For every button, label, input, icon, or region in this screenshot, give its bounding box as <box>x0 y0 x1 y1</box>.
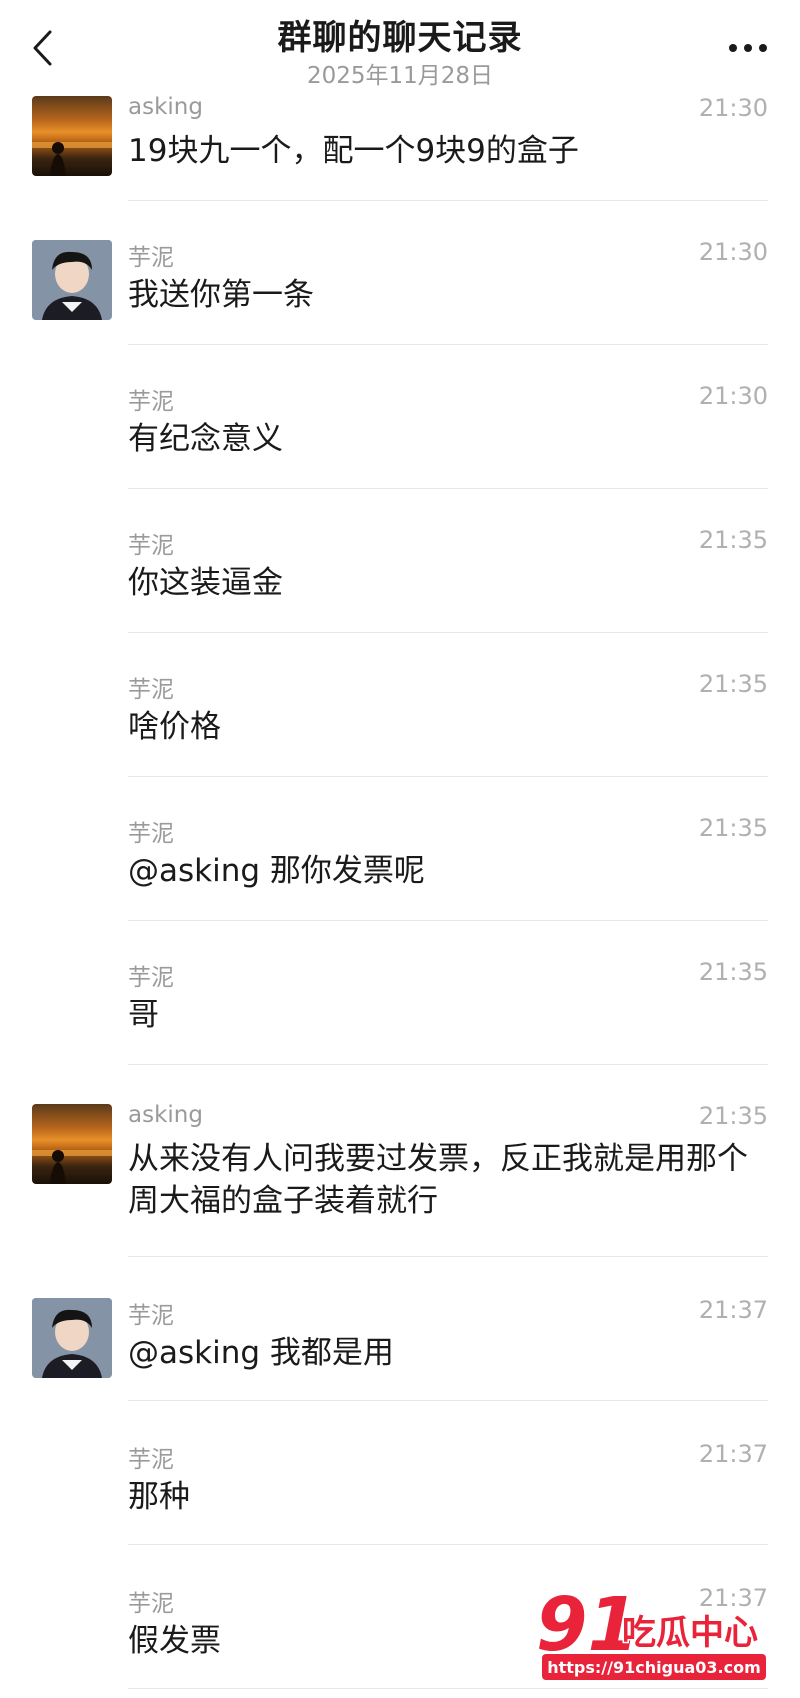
message-time: 21:35 <box>698 1102 768 1130</box>
avatar[interactable] <box>32 1298 112 1378</box>
divider <box>128 488 768 489</box>
message-text: @asking 那你发票呢 <box>128 853 425 889</box>
avatar[interactable] <box>32 240 112 320</box>
sender-name: 芋泥 <box>128 389 174 415</box>
message-time: 21:30 <box>698 94 768 122</box>
sender-name: 芋泥 <box>128 677 174 703</box>
more-icon <box>729 44 767 52</box>
message-text: 从来没有人问我要过发票，反正我就是用那个周大福的盒子装着就行 <box>128 1141 748 1219</box>
message-text: 19块九一个，配一个9块9的盒子 <box>128 133 579 169</box>
message-text: 啥价格 <box>128 709 221 745</box>
watermark-logo: 91 吃瓜中心 https://91chigua03.com <box>536 1584 766 1680</box>
chat-history-header: 群聊的聊天记录 2025年11月28日 <box>0 0 800 96</box>
divider <box>128 344 768 345</box>
message-text: 那种 <box>128 1479 190 1515</box>
message-text: 你这装逼金 <box>128 565 283 601</box>
sender-name: 芋泥 <box>128 245 174 271</box>
avatar[interactable] <box>32 96 112 176</box>
divider <box>128 1256 768 1257</box>
divider <box>128 1400 768 1401</box>
divider <box>128 632 768 633</box>
message-text: 哥 <box>128 997 159 1033</box>
sender-name: 芋泥 <box>128 1591 174 1617</box>
divider <box>128 1688 768 1689</box>
message-text: 我送你第一条 <box>128 277 314 313</box>
message-time: 21:35 <box>698 814 768 842</box>
message-time: 21:30 <box>698 238 768 266</box>
divider <box>128 776 768 777</box>
sender-name: 芋泥 <box>128 1447 174 1473</box>
message-text: 有纪念意义 <box>128 421 283 457</box>
message-time: 21:35 <box>698 670 768 698</box>
more-button[interactable] <box>724 30 772 66</box>
message-time: 21:37 <box>698 1440 768 1468</box>
sender-name: 芋泥 <box>128 533 174 559</box>
watermark-logo-text: 吃瓜中心 <box>622 1613 758 1653</box>
sender-name: 芋泥 <box>128 821 174 847</box>
message-text: @asking 我都是用 <box>128 1335 394 1371</box>
sender-name: 芋泥 <box>128 965 174 991</box>
page-title: 群聊的聊天记录 <box>277 18 523 58</box>
page-date: 2025年11月28日 <box>306 63 494 89</box>
sender-name: asking <box>128 94 203 120</box>
divider <box>128 920 768 921</box>
message-time: 21:30 <box>698 382 768 410</box>
message-time: 21:35 <box>698 526 768 554</box>
sender-name: 芋泥 <box>128 1303 174 1329</box>
divider <box>128 1544 768 1545</box>
message-time: 21:35 <box>698 958 768 986</box>
divider <box>128 1064 768 1065</box>
divider <box>128 200 768 201</box>
message-time: 21:37 <box>698 1296 768 1324</box>
sender-name: asking <box>128 1102 203 1128</box>
avatar[interactable] <box>32 1104 112 1184</box>
watermark-url: https://91chigua03.com <box>547 1658 761 1677</box>
